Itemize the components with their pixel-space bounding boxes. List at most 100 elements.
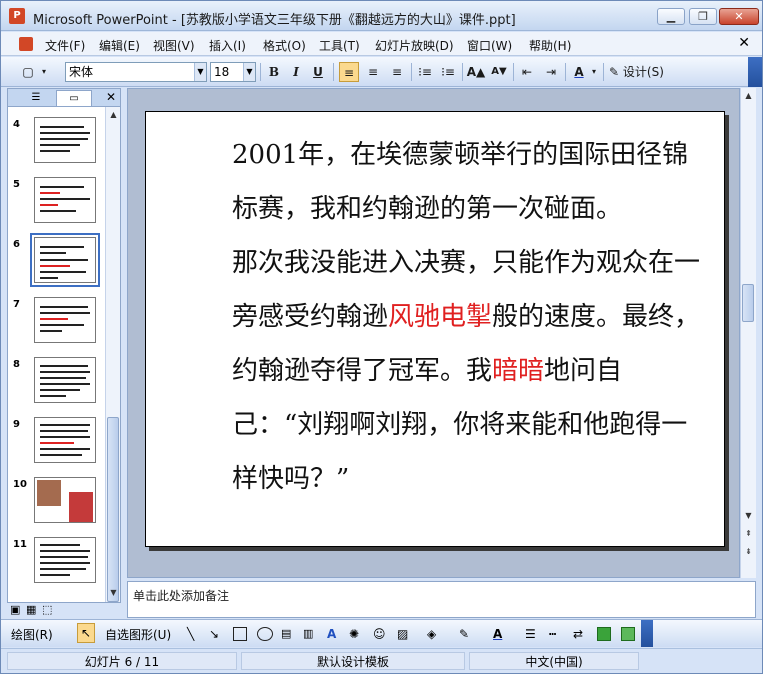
chevron-down-icon[interactable]: ▼ [243,63,255,81]
font-size-select[interactable]: 18 ▼ [210,62,256,82]
drawbar-font-color-button[interactable]: A [493,627,507,641]
menu-help[interactable]: 帮助(H) [529,37,571,54]
slide-thumbnail[interactable] [34,357,96,403]
toolbar-options-icon[interactable]: ▾ [39,62,49,82]
clipart-icon[interactable]: ☺ [373,627,387,641]
textbox-icon[interactable]: ▤ [281,627,295,641]
menu-insert[interactable]: 插入(I) [209,37,246,54]
powerpoint-window: P Microsoft PowerPoint - [苏教版小学语文三年级下册《翻… [0,0,763,674]
thumbnail-row[interactable]: 7 [8,297,104,353]
next-slide-icon[interactable]: ⇟ [743,546,754,558]
shadow-style-icon[interactable] [597,627,611,641]
scrollbar-thumb[interactable] [742,284,754,322]
close-icon[interactable]: ✕ [106,90,116,104]
arrow-icon[interactable]: ↘ [209,627,223,641]
fill-color-icon[interactable]: ◈ [427,627,441,641]
slide-thumbnail[interactable] [34,177,96,223]
slide-thumbnail[interactable] [34,537,96,583]
line-color-icon[interactable]: ✎ [459,627,473,641]
slide-counter: 幻灯片 6 / 11 [7,652,237,670]
rectangle-icon[interactable] [233,627,247,641]
close-button[interactable]: ✕ [719,8,759,25]
menu-file[interactable]: 文件(F) [45,37,85,54]
bold-button[interactable]: B [265,62,283,82]
slide-thumbnail[interactable] [34,117,96,163]
thumbnail-row[interactable]: 8 [8,357,104,413]
draw-menu-button[interactable]: 绘图(R) [11,626,53,643]
increase-font-size-icon[interactable]: A▲ [466,62,486,82]
slideshow-icon[interactable]: ⬚ [42,603,52,616]
thumbnail-row[interactable]: 4 [8,117,104,173]
thumbnail-row[interactable]: 10 [8,477,104,533]
numbered-list-icon[interactable]: ⁝≡ [415,62,435,82]
chevron-down-icon[interactable]: ▼ [194,63,206,81]
oval-icon[interactable] [257,627,273,641]
restore-button[interactable]: ❐ [689,8,717,25]
align-center-icon[interactable]: ≡ [363,62,383,82]
scrollbar-thumb[interactable] [107,417,119,602]
drawing-toolbar: 绘图(R) ↖ 自选图形(U) ╲ ↘ ▤ ▥ A ✺ ☺ ▨ ◈ ✎ A ☰ … [1,619,762,647]
scroll-up-icon[interactable]: ▲ [108,109,119,121]
font-color-button[interactable]: A [571,62,587,82]
minimize-button[interactable]: ▁ [657,8,685,25]
slide-text-body[interactable]: 2001年，在埃德蒙顿举行的国际田径锦标赛，我和约翰逊的第一次碰面。 那次我没能… [174,128,704,506]
new-document-icon[interactable]: ▢ [19,62,37,82]
normal-view-icon[interactable]: ▣ [10,603,20,616]
dash-style-icon[interactable]: ┅ [549,627,563,641]
wordart-icon[interactable]: A [327,627,341,641]
diagram-icon[interactable]: ✺ [349,627,363,641]
thumbnail-row[interactable]: 5 [8,177,104,233]
chevron-down-icon[interactable]: ▾ [589,62,599,82]
toolbar-overflow-button[interactable] [748,57,762,87]
close-document-icon[interactable]: ✕ [738,35,750,51]
menu-window[interactable]: 窗口(W) [467,37,512,54]
menu-edit[interactable]: 编辑(E) [99,37,140,54]
menu-format[interactable]: 格式(O) [263,37,306,54]
toolbar-divider [565,63,566,81]
font-name-select[interactable]: 宋体 ▼ [65,62,207,82]
slide-thumbnail[interactable] [34,297,96,343]
document-icon[interactable] [19,37,33,51]
menu-view[interactable]: 视图(V) [153,37,195,54]
menu-tools[interactable]: 工具(T) [319,37,360,54]
powerpoint-app-icon[interactable]: P [9,8,25,24]
slide-thumbnail[interactable] [34,417,96,463]
bulleted-list-icon[interactable]: ⁝≡ [438,62,458,82]
scroll-down-icon[interactable]: ▼ [108,587,119,599]
decrease-font-size-icon[interactable]: A▼ [489,62,509,82]
thumbnail-row[interactable]: 6 [8,233,104,293]
drawbar-overflow-button[interactable] [641,620,653,647]
thumbnail-row[interactable]: 9 [8,417,104,473]
slide-thumbnail[interactable] [34,477,96,523]
slides-tab[interactable]: ▭ [56,90,92,106]
menu-slideshow[interactable]: 幻灯片放映(D) [375,37,454,54]
design-button[interactable]: ✎ 设计(S) [609,62,673,82]
outline-tab[interactable]: ☰ [18,90,54,106]
increase-indent-icon[interactable]: ⇥ [541,62,561,82]
3d-style-icon[interactable] [621,627,635,641]
italic-button[interactable]: I [287,62,305,82]
design-label: 设计(S) [622,65,664,79]
scroll-up-icon[interactable]: ▲ [743,90,754,102]
align-left-icon[interactable]: ≡ [339,62,359,82]
slide-scrollbar[interactable]: ▲ ▼ ⇞ ⇟ [740,88,756,578]
autoshapes-button[interactable]: 自选图形(U) [105,626,171,643]
underline-button[interactable]: U [309,62,327,82]
vertical-textbox-icon[interactable]: ▥ [303,627,317,641]
line-style-icon[interactable]: ☰ [525,627,539,641]
design-icon: ✎ [609,65,620,79]
scroll-down-icon[interactable]: ▼ [743,510,754,522]
decrease-indent-icon[interactable]: ⇤ [517,62,537,82]
notes-pane[interactable]: 单击此处添加备注 [127,581,756,618]
slide-sorter-icon[interactable]: ▦ [26,603,36,616]
picture-icon[interactable]: ▨ [397,627,411,641]
previous-slide-icon[interactable]: ⇞ [743,528,754,540]
thumbnail-scrollbar[interactable]: ▲ ▼ [105,107,120,602]
align-right-icon[interactable]: ≡ [387,62,407,82]
thumbnail-row[interactable]: 11 [8,537,104,593]
current-slide[interactable]: 2001年，在埃德蒙顿举行的国际田径锦标赛，我和约翰逊的第一次碰面。 那次我没能… [145,111,725,547]
select-pointer-icon[interactable]: ↖ [77,623,95,643]
arrow-style-icon[interactable]: ⇄ [573,627,587,641]
slide-thumbnail-selected[interactable] [30,233,100,287]
line-icon[interactable]: ╲ [187,627,201,641]
